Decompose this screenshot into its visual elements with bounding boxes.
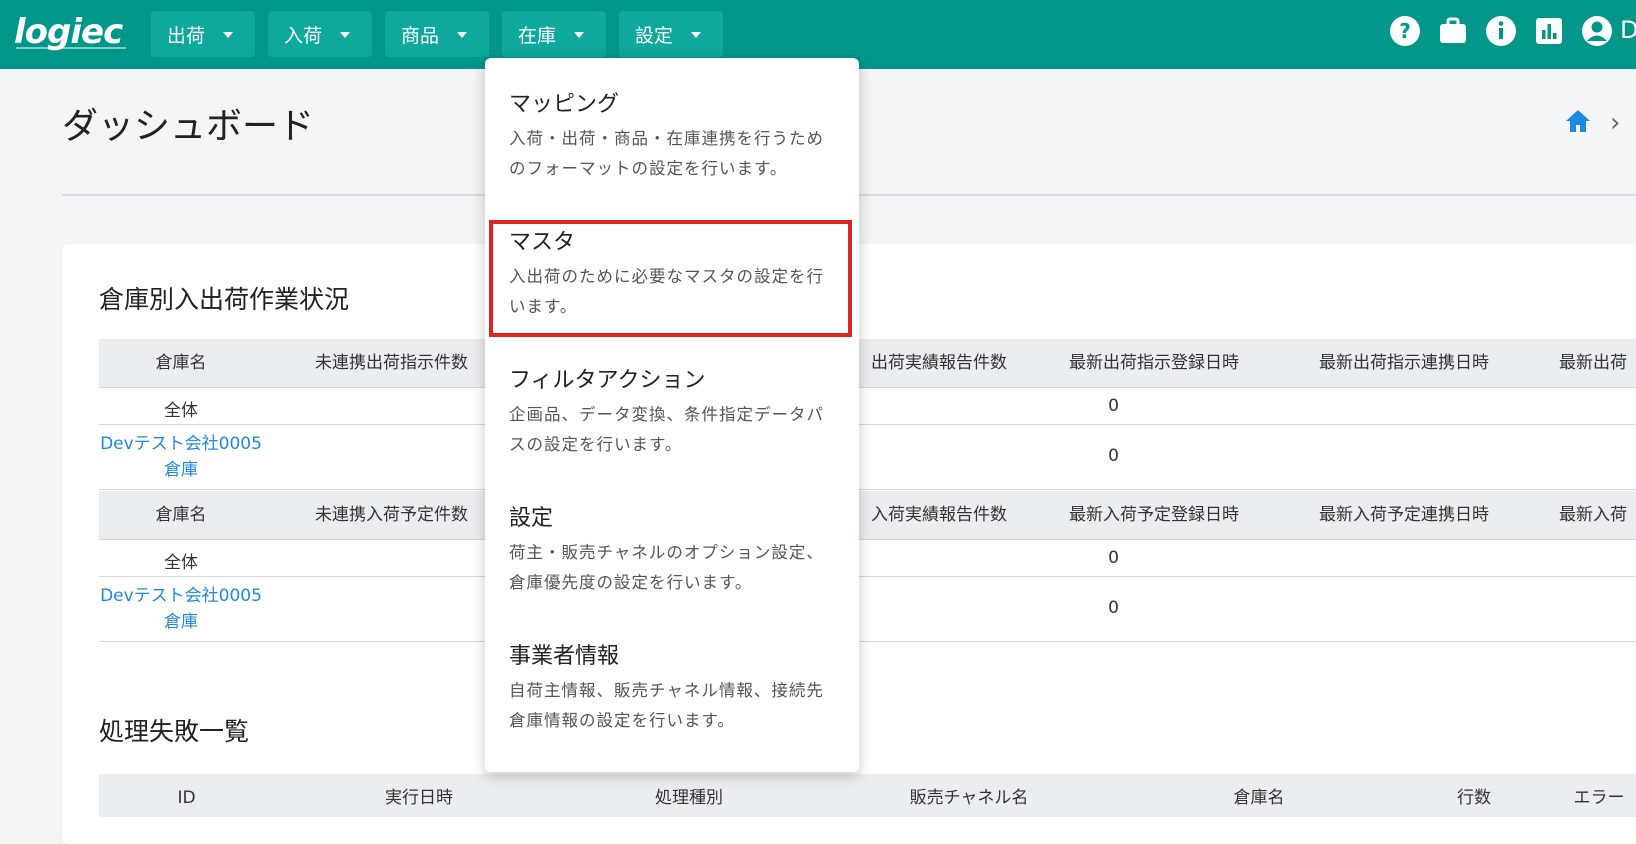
menu-item-title: フィルタアクション	[509, 368, 706, 393]
column-header[interactable]: 入荷実績報告件数	[849, 491, 1029, 539]
nav-products-label: 商品	[401, 24, 440, 47]
warehouse-name-line2: 倉庫	[164, 612, 198, 632]
column-header[interactable]: 出荷実績報告件数	[849, 339, 1029, 387]
menu-item-desc-line1: 荷主・販売チャネルのオプション設定、	[509, 543, 824, 562]
menu-item-desc-line1: 企画品、データ変換、条件指定データパ	[509, 405, 824, 424]
menu-item-desc-line2: 倉庫優先度の設定を行います。	[509, 573, 753, 592]
svg-text:?: ?	[1399, 19, 1411, 43]
nav-shipping-label: 出荷	[167, 24, 206, 47]
menu-item-settings[interactable]: 設定 荷主・販売チャネルのオプション設定、 倉庫優先度の設定を行います。	[485, 504, 859, 598]
nav-receiving-menu[interactable]: 入荷	[268, 11, 372, 57]
menu-item-desc-line2: スの設定を行います。	[509, 435, 683, 454]
menu-item-title: 事業者情報	[509, 644, 620, 669]
chevron-down-icon	[574, 32, 584, 38]
column-header[interactable]: 行数	[1399, 774, 1549, 822]
column-header[interactable]: 最新出荷指示登録日時	[1039, 339, 1269, 387]
nav-inventory-menu[interactable]: 在庫	[502, 11, 606, 57]
column-header[interactable]: 処理種別	[579, 774, 799, 822]
table-row: Devテスト会社0005 倉庫 0	[99, 425, 1636, 490]
table-row: Devテスト会社0005 倉庫 0	[99, 577, 1636, 642]
logo-tagline-line	[16, 47, 126, 49]
count-cell: 0	[1108, 548, 1119, 568]
warehouse-name-cell: 全体	[164, 401, 198, 421]
warehouse-status-title: 倉庫別入出荷作業状況	[99, 285, 350, 314]
menu-item-desc-line2: います。	[509, 297, 578, 316]
failures-title: 処理失敗一覧	[99, 717, 250, 746]
nav-settings-label: 設定	[635, 24, 674, 47]
warehouse-name-line1: Devテスト会社0005	[100, 586, 262, 606]
warehouse-name-line2: 倉庫	[164, 460, 198, 480]
account-icon[interactable]	[1580, 14, 1614, 48]
menu-item-business-info[interactable]: 事業者情報 自荷主情報、販売チャネル情報、接続先 倉庫情報の設定を行います。	[485, 642, 859, 736]
column-header[interactable]: 実行日時	[329, 774, 509, 822]
column-header[interactable]: ID	[99, 774, 274, 822]
column-header[interactable]: 未連携出荷指示件数	[289, 339, 494, 387]
column-header[interactable]: 販売チャネル名	[869, 774, 1069, 822]
chevron-down-icon	[457, 32, 467, 38]
nav-inventory-label: 在庫	[518, 24, 557, 47]
menu-item-desc-line2: のフォーマットの設定を行います。	[509, 159, 788, 178]
menu-item-desc-line2: 倉庫情報の設定を行います。	[509, 711, 735, 730]
report-chart-icon[interactable]	[1532, 14, 1566, 48]
warehouse-name-line1: Devテスト会社0005	[100, 434, 262, 454]
nav-receiving-label: 入荷	[284, 24, 323, 47]
settings-dropdown-menu: マッピング 入荷・出荷・商品・在庫連携を行うため のフォーマットの設定を行います…	[485, 58, 859, 772]
column-header[interactable]: 最新入荷予定連携日時	[1289, 491, 1519, 539]
home-icon[interactable]	[1563, 106, 1593, 136]
column-header[interactable]: 倉庫名	[1179, 774, 1339, 822]
receiving-table-header: 倉庫名 未連携入荷予定件数 入荷実績報告件数 最新入荷予定登録日時 最新入荷予定…	[99, 491, 1636, 540]
column-header[interactable]: 倉庫名	[99, 339, 263, 387]
breadcrumb-chevron-icon: ›	[1610, 108, 1621, 138]
column-header[interactable]: エラー	[1549, 774, 1636, 822]
menu-item-master[interactable]: マスタ 入出荷のために必要なマスタの設定を行 います。	[485, 228, 859, 322]
chevron-down-icon	[223, 32, 233, 38]
column-header[interactable]: 最新入荷	[1559, 491, 1636, 539]
help-icon[interactable]: ?	[1388, 14, 1422, 48]
menu-item-title: 設定	[509, 506, 554, 531]
column-header[interactable]: 倉庫名	[99, 491, 263, 539]
menu-item-desc-line1: 入荷・出荷・商品・在庫連携を行うため	[509, 129, 824, 148]
column-header[interactable]: 最新出荷	[1559, 339, 1636, 387]
chevron-down-icon	[340, 32, 350, 38]
menu-item-filter-action[interactable]: フィルタアクション 企画品、データ変換、条件指定データパ スの設定を行います。	[485, 366, 859, 460]
nav-settings-menu[interactable]: 設定	[619, 11, 723, 57]
count-cell: 0	[1108, 446, 1119, 466]
menu-item-title: マッピング	[509, 92, 620, 117]
user-name-initial[interactable]: D	[1620, 16, 1636, 44]
logiec-logo[interactable]: logiec	[14, 12, 123, 58]
warehouse-name-link[interactable]: Devテスト会社0005 倉庫	[99, 431, 263, 483]
failures-table-header: ID 実行日時 処理種別 販売チャネル名 倉庫名 行数 エラー	[99, 774, 1636, 817]
table-row: 全体 0	[99, 388, 1636, 425]
menu-item-desc-line1: 入出荷のために必要なマスタの設定を行	[509, 267, 824, 286]
column-header[interactable]: 最新入荷予定登録日時	[1039, 491, 1269, 539]
nav-products-menu[interactable]: 商品	[385, 11, 489, 57]
nav-shipping-menu[interactable]: 出荷	[151, 11, 255, 57]
table-row: 全体 0	[99, 540, 1636, 577]
column-header[interactable]: 未連携入荷予定件数	[289, 491, 494, 539]
warehouse-name-cell: 全体	[164, 553, 198, 573]
menu-item-desc-line1: 自荷主情報、販売チャネル情報、接続先	[509, 681, 824, 700]
page-title: ダッシュボード	[62, 106, 315, 147]
warehouse-name-link[interactable]: Devテスト会社0005 倉庫	[99, 583, 263, 635]
shipping-table-header: 倉庫名 未連携出荷指示件数 出荷実績報告件数 最新出荷指示登録日時 最新出荷指示…	[99, 339, 1636, 388]
chevron-down-icon	[691, 32, 701, 38]
briefcase-icon[interactable]	[1436, 14, 1470, 48]
menu-item-mapping[interactable]: マッピング 入荷・出荷・商品・在庫連携を行うため のフォーマットの設定を行います…	[485, 90, 859, 184]
info-icon[interactable]	[1484, 14, 1518, 48]
column-header[interactable]: 最新出荷指示連携日時	[1289, 339, 1519, 387]
menu-item-title: マスタ	[509, 230, 576, 255]
count-cell: 0	[1108, 396, 1119, 416]
count-cell: 0	[1108, 598, 1119, 618]
